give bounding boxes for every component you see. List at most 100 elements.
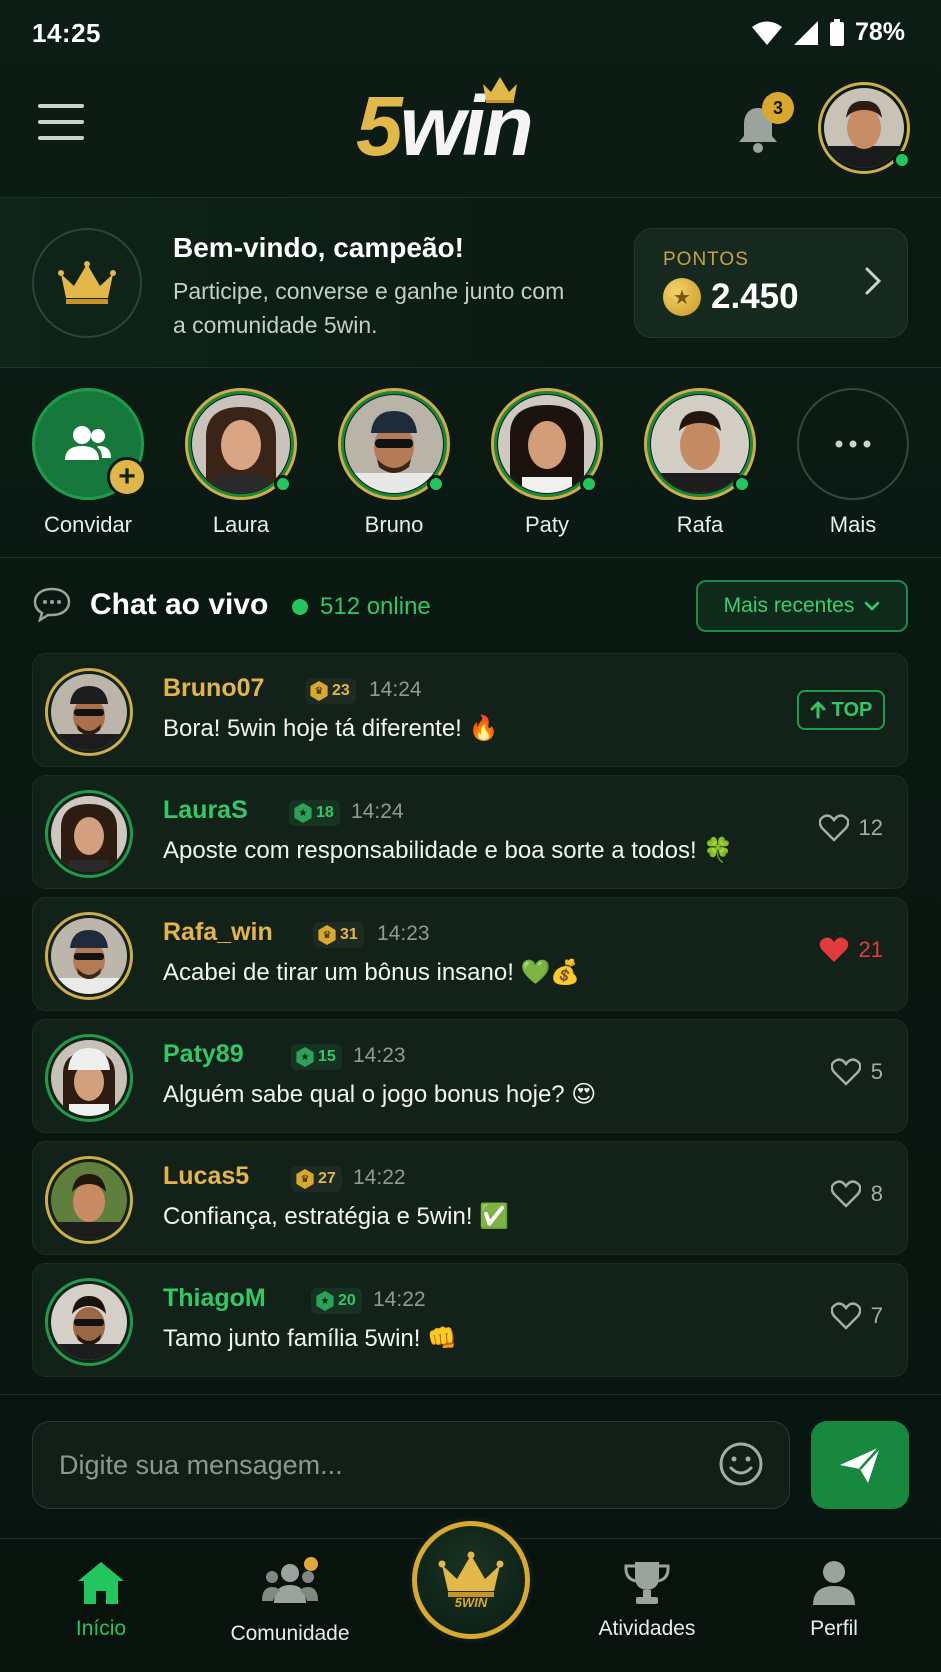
- nav-community[interactable]: Comunidade: [210, 1557, 370, 1646]
- story-user-paty[interactable]: Paty: [491, 388, 603, 538]
- bottom-navigation: Início Comunidade 5WIN Atividades Perfil: [0, 1521, 941, 1672]
- points-card[interactable]: PONTOS ★ 2.450: [634, 228, 908, 338]
- top-badge[interactable]: TOP: [797, 690, 885, 730]
- avatar: [51, 674, 127, 750]
- level-badge: ♛ 27: [291, 1166, 342, 1192]
- story-user-rafa[interactable]: Rafa: [644, 388, 756, 538]
- status-bar: 14:25 78%: [0, 0, 941, 66]
- status-time: 14:25: [32, 18, 101, 48]
- welcome-crown-badge: [32, 228, 142, 338]
- level-badge: ★ 15: [291, 1044, 342, 1070]
- message-composer: [0, 1394, 941, 1538]
- story-label: Mais: [829, 512, 877, 537]
- heart-icon: [818, 814, 849, 842]
- welcome-banner: Bem-vindo, campeão! Participe, converse …: [0, 198, 941, 368]
- battery-icon: [829, 18, 844, 46]
- message-username[interactable]: ThiagoM: [163, 1284, 266, 1313]
- send-icon: [840, 1446, 881, 1483]
- message-text: Tamo junto família 5win! 👊: [163, 1325, 457, 1352]
- message-avatar[interactable]: [45, 1156, 133, 1244]
- menu-button[interactable]: [38, 104, 84, 140]
- story-invite[interactable]: + Convidar: [32, 388, 147, 538]
- emoji-icon[interactable]: [718, 1441, 764, 1487]
- message-avatar[interactable]: [45, 912, 133, 1000]
- message-time: 14:23: [353, 1044, 406, 1067]
- nav-activities[interactable]: Atividades: [567, 1559, 727, 1641]
- app-screen: 14:25 78% 5win 3 Bem-vindo, campeão! Par…: [0, 0, 941, 1672]
- person-icon: [813, 1561, 855, 1605]
- logo-five: 5: [356, 79, 403, 173]
- chat-message[interactable]: Rafa_win ♛ 31 14:23 Acabei de tirar um b…: [32, 897, 908, 1011]
- nav-home[interactable]: Início: [21, 1559, 181, 1641]
- message-text: Aposte com responsabilidade e boa sorte …: [163, 837, 734, 864]
- level-value: 27: [318, 1170, 336, 1187]
- message-username[interactable]: Rafa_win: [163, 918, 273, 947]
- chat-message[interactable]: Lucas5 ♛ 27 14:22 Confiança, estratégia …: [32, 1141, 908, 1255]
- send-button[interactable]: [811, 1421, 909, 1509]
- message-time: 14:24: [369, 678, 422, 701]
- chat-message[interactable]: Bruno07 ♛ 23 14:24 Bora! 5win hoje tá di…: [32, 653, 908, 767]
- welcome-subtitle: Participe, converse e ganhe junto com a …: [173, 278, 565, 338]
- notifications-button[interactable]: 3: [734, 92, 794, 156]
- sort-dropdown[interactable]: Mais recentes: [696, 580, 908, 632]
- like-count: 5: [870, 1059, 883, 1084]
- menu-icon-bar: [38, 104, 84, 108]
- nav-label: Início: [75, 1617, 127, 1640]
- online-count: 512 online: [292, 593, 431, 621]
- sort-label: Mais recentes: [723, 594, 855, 617]
- status-icons: 78%: [751, 18, 905, 47]
- dots-icon: [835, 440, 871, 448]
- nav-profile[interactable]: Perfil: [754, 1559, 914, 1641]
- message-username[interactable]: LauraS: [163, 796, 248, 825]
- chat-bubble-icon: [33, 587, 71, 622]
- profile-avatar-button[interactable]: [818, 82, 911, 174]
- message-input[interactable]: [32, 1421, 790, 1509]
- story-label: Laura: [212, 512, 270, 537]
- message-avatar[interactable]: [45, 1034, 133, 1122]
- chat-header: Chat ao vivo 512 online Mais recentes: [0, 558, 941, 648]
- heart-icon: [830, 1180, 861, 1208]
- like-button[interactable]: 12: [818, 814, 883, 842]
- nav-center-crown-button[interactable]: 5WIN: [412, 1521, 530, 1639]
- story-ring: [338, 388, 450, 500]
- message-username[interactable]: Paty89: [163, 1040, 244, 1069]
- level-value: 31: [340, 926, 358, 943]
- like-button[interactable]: 5: [830, 1058, 883, 1086]
- users-icon: [65, 426, 111, 460]
- arrow-up-icon: [810, 701, 826, 719]
- points-value-row: ★ 2.450: [663, 277, 799, 317]
- level-badge: ♛ 31: [313, 922, 364, 948]
- nav-center-label: 5WIN: [454, 1594, 488, 1610]
- message-text: Acabei de tirar um bônus insano! 💚💰: [163, 959, 581, 986]
- message-avatar[interactable]: [45, 790, 133, 878]
- like-button[interactable]: 8: [830, 1180, 883, 1208]
- chat-message[interactable]: ThiagoM ★ 20 14:22 Tamo junto família 5w…: [32, 1263, 908, 1377]
- heart-icon: [830, 1058, 861, 1086]
- invite-plus-badge: +: [107, 457, 147, 497]
- message-time: 14:23: [377, 922, 430, 945]
- message-avatar[interactable]: [45, 668, 133, 756]
- level-hex-icon: ♛: [296, 1169, 314, 1189]
- story-user-laura[interactable]: Laura: [185, 388, 297, 538]
- like-button[interactable]: 7: [830, 1302, 883, 1330]
- level-badge: ★ 18: [289, 800, 340, 826]
- avatar: [51, 1284, 127, 1360]
- brand-logo[interactable]: 5win: [356, 74, 586, 174]
- chat-message[interactable]: LauraS ★ 18 14:24 Aposte com responsabil…: [32, 775, 908, 889]
- message-username[interactable]: Bruno07: [163, 674, 264, 703]
- level-value: 18: [316, 804, 334, 821]
- like-count: 7: [870, 1303, 883, 1328]
- chat-message[interactable]: Paty89 ★ 15 14:23 Alguém sabe qual o jog…: [32, 1019, 908, 1133]
- message-username[interactable]: Lucas5: [163, 1162, 249, 1191]
- like-count: 12: [858, 815, 883, 840]
- message-avatar[interactable]: [45, 1278, 133, 1366]
- like-button[interactable]: 21: [819, 936, 883, 964]
- story-label: Convidar: [43, 512, 133, 537]
- nav-label: Perfil: [810, 1617, 858, 1640]
- online-indicator: [274, 475, 292, 493]
- chat-title: Chat ao vivo: [90, 588, 269, 621]
- story-label: Paty: [524, 512, 570, 537]
- story-more[interactable]: Mais: [797, 388, 909, 538]
- story-user-bruno[interactable]: Bruno: [338, 388, 450, 538]
- community-notification-dot: [304, 1557, 318, 1571]
